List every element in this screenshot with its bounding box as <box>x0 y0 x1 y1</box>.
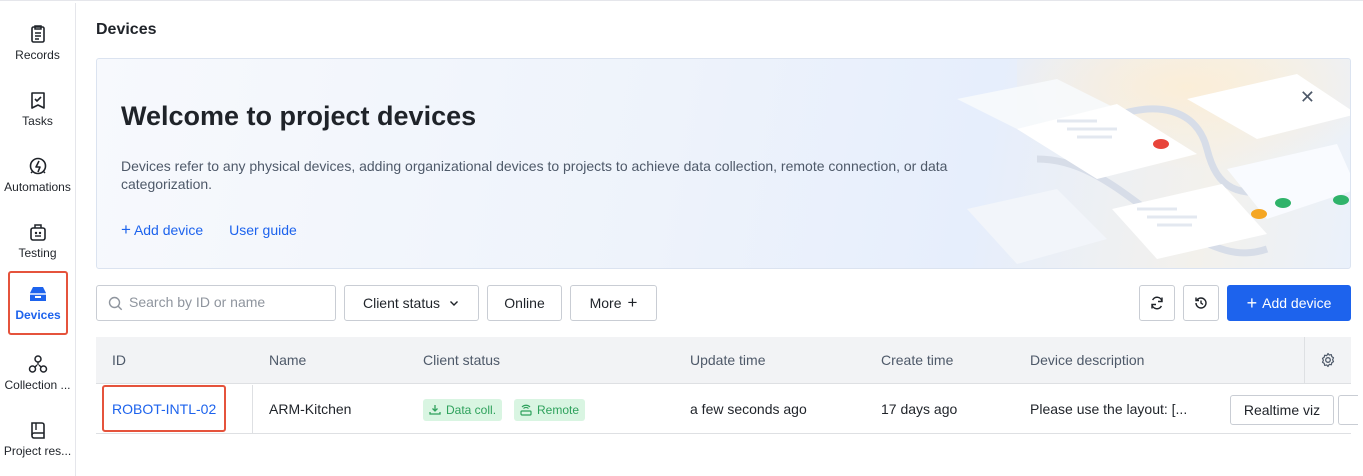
refresh-icon <box>1151 296 1163 310</box>
online-label: Online <box>504 295 545 311</box>
user-guide-link[interactable]: User guide <box>229 222 297 238</box>
sidebar-item-project-resources[interactable]: Project res... <box>0 407 75 467</box>
remote-icon <box>520 404 532 416</box>
online-filter-button[interactable]: Online <box>487 285 562 321</box>
column-header-create-time: Create time <box>881 352 954 368</box>
close-icon[interactable]: ✕ <box>1300 88 1315 106</box>
project-resources-icon <box>30 422 45 439</box>
status-tag-data-collection: Data coll. <box>423 399 503 421</box>
sidebar-item-label: Tasks <box>22 114 53 128</box>
sidebar-item-label: Project res... <box>3 444 72 458</box>
history-icon <box>1195 297 1207 309</box>
devices-icon <box>30 287 46 301</box>
device-name: ARM-Kitchen <box>269 401 352 417</box>
update-time: a few seconds ago <box>690 401 807 417</box>
plus-icon: + <box>1246 292 1258 313</box>
testing-icon <box>29 224 46 241</box>
sidebar-item-label: Records <box>15 48 60 62</box>
page-title: Devices <box>96 21 157 38</box>
sidebar-item-devices[interactable]: Devices <box>8 271 68 335</box>
column-header-update-time: Update time <box>690 352 766 368</box>
more-actions-button[interactable] <box>1338 395 1358 425</box>
column-header-id: ID <box>112 352 126 368</box>
search-icon <box>108 296 123 311</box>
records-icon <box>30 25 45 43</box>
device-description: Please use the layout: [... <box>1030 401 1188 417</box>
sidebar-item-testing[interactable]: Testing <box>0 209 75 269</box>
automations-icon <box>29 157 46 175</box>
more-filters-button[interactable]: More + <box>570 285 657 321</box>
column-divider <box>252 385 253 433</box>
sidebar-item-automations[interactable]: Automations <box>0 143 75 203</box>
more-label: More <box>589 295 622 311</box>
status-tag-remote: Remote <box>514 399 586 421</box>
sidebar-item-collection[interactable]: Collection ... <box>0 341 75 401</box>
plus-icon: + <box>121 220 131 239</box>
device-id-link[interactable]: ROBOT-INTL-02 <box>112 401 216 417</box>
history-button[interactable] <box>1183 285 1219 321</box>
banner-title: Welcome to project devices <box>121 101 477 131</box>
client-status-filter[interactable]: Client status <box>344 285 479 321</box>
column-divider <box>1304 337 1305 384</box>
chevron-down-icon <box>450 301 459 306</box>
welcome-banner: Welcome to project devices Devices refer… <box>96 58 1351 269</box>
client-status-label: Client status <box>362 295 441 311</box>
banner-description: Devices refer to any physical devices, a… <box>121 158 948 192</box>
column-header-name: Name <box>269 352 307 368</box>
gear-icon[interactable] <box>1320 352 1336 368</box>
add-device-label: Add device <box>1262 295 1332 311</box>
realtime-viz-button[interactable]: Realtime viz <box>1230 395 1334 425</box>
banner-links: + Add device User guide <box>121 220 297 240</box>
sidebar-item-label: Devices <box>15 308 61 322</box>
top-border <box>0 0 1363 3</box>
sidebar-item-records[interactable]: Records <box>0 11 75 71</box>
banner-add-device-link[interactable]: + Add device <box>121 220 207 239</box>
column-header-description: Device description <box>1030 352 1145 368</box>
search-box[interactable] <box>96 285 336 321</box>
create-time: 17 days ago <box>881 401 958 417</box>
table-row[interactable]: ROBOT-INTL-02 ARM-Kitchen Data coll. Rem… <box>96 385 1358 434</box>
table-header: ID Name Client status Update time Create… <box>96 337 1351 384</box>
sidebar-item-label: Automations <box>4 180 71 194</box>
collection-icon <box>28 355 47 373</box>
refresh-button[interactable] <box>1139 285 1175 321</box>
add-device-button[interactable]: + Add device <box>1227 285 1351 321</box>
tasks-icon <box>30 92 45 109</box>
sidebar-item-tasks[interactable]: Tasks <box>0 77 75 137</box>
sidebar: Records Tasks Automations Testing Device… <box>0 3 76 476</box>
search-input[interactable] <box>129 294 329 310</box>
sidebar-item-label: Testing <box>18 246 57 260</box>
sidebar-item-label: Collection ... <box>4 378 71 392</box>
upload-icon <box>429 405 441 415</box>
column-header-client-status: Client status <box>423 352 501 368</box>
plus-icon: + <box>627 293 638 312</box>
